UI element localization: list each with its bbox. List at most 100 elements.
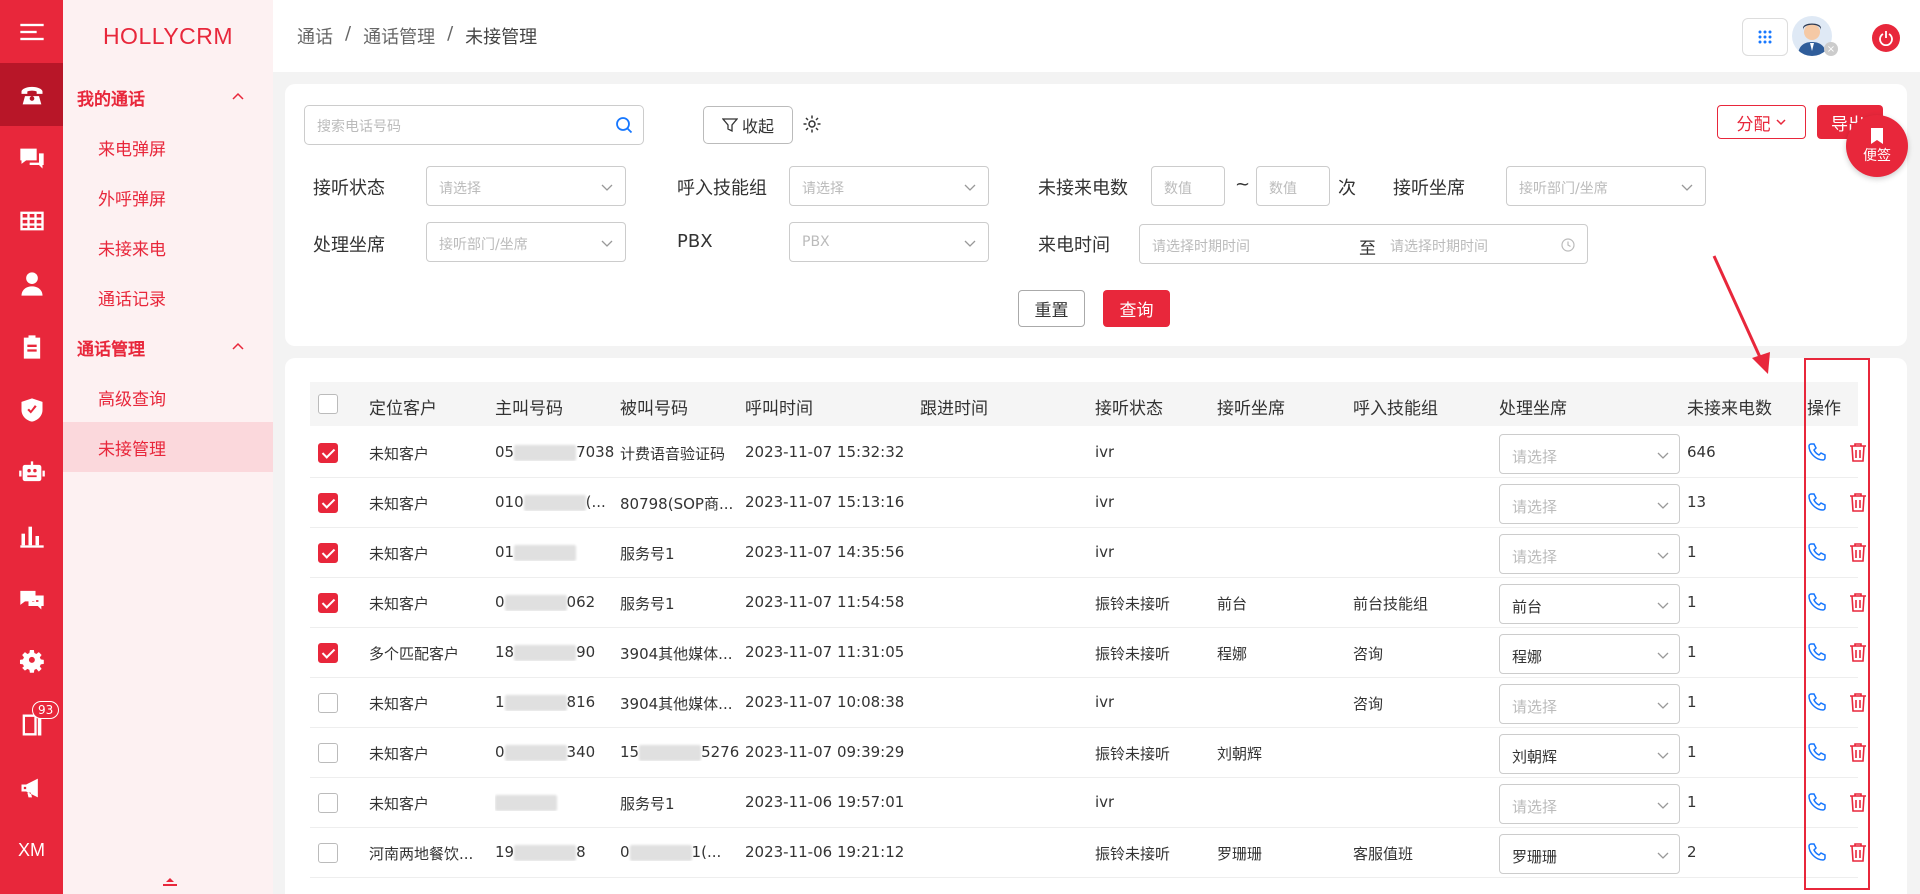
row-checkbox[interactable] xyxy=(318,793,338,813)
redacted-text xyxy=(514,844,577,861)
handler-select[interactable]: 罗珊珊 xyxy=(1499,834,1680,874)
callee-prefix: 0 xyxy=(620,843,630,861)
cell-skill-group: 前台技能组 xyxy=(1353,595,1429,613)
search-placeholder: 搜索电话号码 xyxy=(317,119,401,135)
breadcrumb-item[interactable]: 通话管理 xyxy=(363,23,435,49)
handler-value: 前台 xyxy=(1512,598,1543,616)
search-input[interactable]: 搜索电话号码 xyxy=(304,105,644,145)
message-icon xyxy=(19,590,44,609)
handler-select[interactable]: 程娜 xyxy=(1499,634,1680,674)
sidebar-item-incoming-popup[interactable]: 来电弹屏 xyxy=(63,122,273,172)
sidebar-item-advanced-query[interactable]: 高级查询 xyxy=(63,372,273,422)
handler-select[interactable]: 请选择 xyxy=(1499,684,1680,724)
select-placeholder: PBX xyxy=(802,234,830,250)
chevron-down-icon xyxy=(1681,184,1693,191)
rail-calls[interactable] xyxy=(0,63,63,126)
sticky-note-button[interactable]: 便签 xyxy=(1846,115,1908,177)
sticky-note-label: 便签 xyxy=(1863,148,1891,164)
sidebar-item-missed-management[interactable]: 未接管理 xyxy=(63,422,273,472)
rail-user[interactable] xyxy=(0,252,63,315)
answer-status-select[interactable]: 请选择 xyxy=(426,166,626,206)
table-row: 多个匹配客户 18 90 3904其他媒体... 2023-11-07 11:31:05… xyxy=(310,628,1866,678)
row-checkbox[interactable] xyxy=(318,693,338,713)
callee-prefix: 3904其他媒体... xyxy=(620,695,733,713)
assign-button[interactable]: 分配 xyxy=(1717,105,1806,139)
row-checkbox[interactable] xyxy=(318,643,338,663)
reset-button[interactable]: 重置 xyxy=(1018,290,1085,327)
handle-agent-select[interactable]: 接听部门/坐席 xyxy=(426,222,626,262)
caller-prefix: 010 xyxy=(495,493,524,511)
icon-rail: 93 XM xyxy=(0,0,63,894)
cell-customer: 未知客户 xyxy=(369,545,430,563)
rail-chat[interactable] xyxy=(0,126,63,189)
rail-announce[interactable] xyxy=(0,756,63,819)
group-call-management[interactable]: 通话管理 xyxy=(63,322,273,372)
query-button[interactable]: 查询 xyxy=(1103,290,1170,327)
cell-call-time: 2023-11-07 14:35:56 xyxy=(745,543,905,561)
menu-toggle[interactable] xyxy=(0,0,63,63)
collapse-up-icon[interactable] xyxy=(163,878,177,886)
row-checkbox[interactable] xyxy=(318,443,338,463)
rail-stats[interactable] xyxy=(0,504,63,567)
handler-select[interactable]: 请选择 xyxy=(1499,434,1680,474)
rail-clipboard[interactable] xyxy=(0,315,63,378)
row-checkbox[interactable] xyxy=(318,743,338,763)
caller-suffix: 062 xyxy=(566,593,596,611)
cell-caller: 1 816 xyxy=(495,693,615,711)
sidebar-item-missed-calls[interactable]: 未接来电 xyxy=(63,222,273,272)
caller-prefix: 05 xyxy=(495,443,515,461)
rail-book[interactable]: 93 xyxy=(0,693,63,756)
logout-button[interactable] xyxy=(1872,24,1900,52)
row-checkbox[interactable] xyxy=(318,593,338,613)
sidebar-item-call-records[interactable]: 通话记录 xyxy=(63,272,273,322)
breadcrumb-sep: / xyxy=(447,23,454,44)
annotation-box xyxy=(1804,358,1870,890)
handler-select[interactable]: 前台 xyxy=(1499,584,1680,624)
apps-button[interactable] xyxy=(1742,18,1788,56)
caller-suffix: 340 xyxy=(566,743,596,761)
chevron-up-icon xyxy=(232,92,244,100)
sidebar-item-outgoing-popup[interactable]: 外呼弹屏 xyxy=(63,172,273,222)
cell-call-time: 2023-11-07 15:32:32 xyxy=(745,443,905,461)
handler-select[interactable]: 请选择 xyxy=(1499,484,1680,524)
row-checkbox[interactable] xyxy=(318,843,338,863)
answer-agent-select[interactable]: 接听部门/坐席 xyxy=(1506,166,1706,206)
skill-group-select[interactable]: 请选择 xyxy=(789,166,989,206)
rail-shield[interactable] xyxy=(0,378,63,441)
handler-select[interactable]: 请选择 xyxy=(1499,784,1680,824)
select-placeholder: 接听部门/坐席 xyxy=(1519,181,1608,197)
handler-value: 请选择 xyxy=(1512,798,1558,816)
missed-count-min-input[interactable]: 数值 xyxy=(1151,166,1225,206)
pbx-select[interactable]: PBX xyxy=(789,222,989,262)
caller-suffix: 816 xyxy=(566,693,596,711)
cell-skill-group: 咨询 xyxy=(1353,645,1384,663)
collapse-filters-button[interactable]: 收起 xyxy=(703,106,793,144)
handler-value: 请选择 xyxy=(1512,448,1558,466)
call-time-range-picker[interactable]: 请选择时期时间 至 请选择时期时间 xyxy=(1139,224,1588,264)
column-header: 未接来电数 xyxy=(1687,399,1772,419)
settings-gear-icon[interactable] xyxy=(802,114,822,134)
megaphone-icon xyxy=(21,778,38,797)
rail-grid[interactable] xyxy=(0,189,63,252)
cell-missed-count: 1 xyxy=(1687,593,1697,611)
handler-select[interactable]: 刘朝辉 xyxy=(1499,734,1680,774)
handler-value: 刘朝辉 xyxy=(1512,748,1558,766)
rail-settings[interactable] xyxy=(0,630,63,693)
select-all-checkbox[interactable] xyxy=(318,394,338,414)
missed-count-max-input[interactable]: 数值 xyxy=(1256,166,1330,206)
handler-select[interactable]: 请选择 xyxy=(1499,534,1680,574)
collapse-label: 收起 xyxy=(741,117,774,136)
cell-skill-group: 咨询 xyxy=(1353,695,1384,713)
group-my-calls[interactable]: 我的通话 xyxy=(63,72,273,122)
rail-user-initials[interactable]: XM xyxy=(0,819,63,882)
status-dot-icon: × xyxy=(1824,42,1838,56)
search-icon[interactable] xyxy=(615,116,633,134)
callee-prefix: 计费语音验证码 xyxy=(620,445,726,463)
breadcrumb-item[interactable]: 通话 xyxy=(297,23,333,49)
rail-messages[interactable] xyxy=(0,567,63,630)
filter-label-answer-status: 接听状态 xyxy=(313,178,385,199)
rail-robot[interactable] xyxy=(0,441,63,504)
row-checkbox[interactable] xyxy=(318,493,338,513)
row-checkbox[interactable] xyxy=(318,543,338,563)
cell-status: ivr xyxy=(1095,693,1115,711)
